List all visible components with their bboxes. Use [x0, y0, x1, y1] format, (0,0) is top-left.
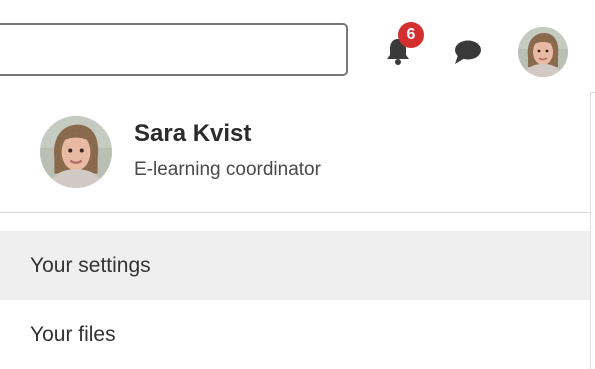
profile-avatar: [40, 116, 112, 188]
search-input[interactable]: [0, 23, 348, 76]
menu-item-your-settings[interactable]: Your settings: [0, 231, 590, 301]
profile-role: E-learning coordinator: [134, 159, 321, 180]
page: 6 Sara Kvist E-learning coordinator Your…: [0, 0, 595, 369]
top-bar: 6: [0, 0, 595, 93]
chat-bubble-icon: [455, 40, 481, 64]
avatar: [40, 116, 112, 188]
avatar: [518, 27, 568, 77]
menu-item-your-files[interactable]: Your files: [0, 300, 590, 369]
profile-name: Sara Kvist: [134, 120, 252, 147]
notification-count-badge: 6: [398, 22, 424, 48]
profile-section: Sara Kvist E-learning coordinator: [0, 92, 590, 213]
user-avatar-button[interactable]: [518, 27, 568, 77]
messages-button[interactable]: [452, 38, 484, 66]
user-menu-dropdown: Sara Kvist E-learning coordinator Your s…: [0, 92, 591, 369]
